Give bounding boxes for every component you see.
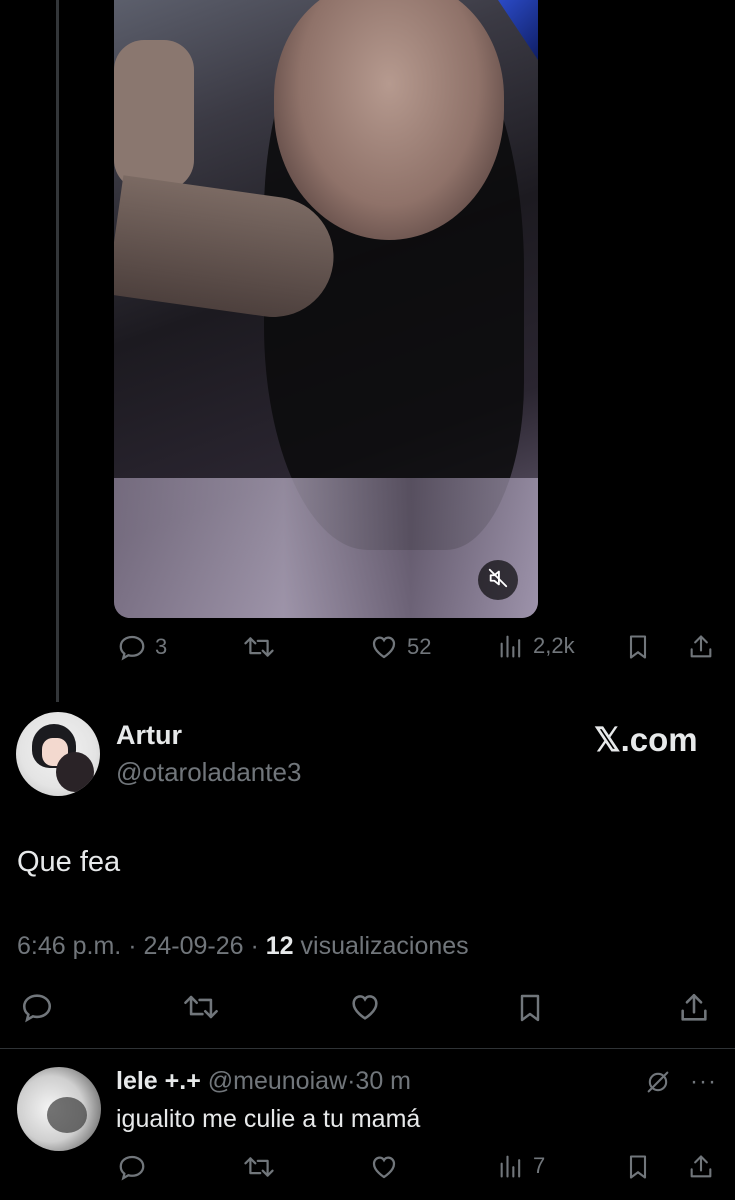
share-button[interactable] xyxy=(687,1152,715,1182)
meta-separator: · xyxy=(128,932,137,960)
media-blanket xyxy=(114,478,538,618)
bookmark-button[interactable] xyxy=(624,1152,652,1182)
like-button[interactable] xyxy=(369,1152,399,1182)
repost-button[interactable] xyxy=(243,1152,275,1182)
reply-icon xyxy=(117,632,147,662)
media-figure-hand xyxy=(114,40,194,190)
share-button[interactable] xyxy=(687,632,715,662)
meta-separator: · xyxy=(250,932,259,960)
video-media[interactable] xyxy=(114,0,538,618)
post-text: Que fea xyxy=(17,846,121,878)
reply-count: 3 xyxy=(155,634,168,659)
more-options-button[interactable]: ··· xyxy=(690,1068,717,1096)
like-icon xyxy=(347,990,383,1024)
bookmark-button[interactable] xyxy=(624,632,652,662)
bookmark-icon xyxy=(624,1152,652,1182)
reply-icon xyxy=(117,1152,147,1182)
post-views-count: 12 xyxy=(265,932,294,960)
avatar-art-second-figure xyxy=(56,752,94,792)
repost-icon xyxy=(243,632,275,662)
share-icon xyxy=(687,1152,715,1182)
share-icon xyxy=(677,990,711,1026)
reply-icon xyxy=(20,990,54,1024)
bookmark-icon xyxy=(624,632,652,662)
share-button[interactable] xyxy=(677,990,711,1026)
views-count: 7 xyxy=(533,1153,546,1178)
mute-icon xyxy=(487,567,509,594)
grok-button[interactable] xyxy=(644,1068,672,1101)
author-avatar[interactable] xyxy=(16,712,100,796)
reply-text: igualito me culie a tu mamá xyxy=(116,1105,421,1133)
post-time[interactable]: 6:46 p.m. xyxy=(17,932,121,960)
reply-button[interactable]: 3 xyxy=(117,632,167,662)
views-icon xyxy=(497,1152,525,1180)
grok-icon xyxy=(644,1071,672,1100)
share-icon xyxy=(687,632,715,662)
like-icon xyxy=(369,632,399,662)
repost-button[interactable] xyxy=(182,990,220,1024)
reply-header: lele +.+ @meunoiaw·30 m xyxy=(116,1067,411,1096)
author-name[interactable]: Artur xyxy=(116,720,182,751)
post-metadata: 6:46 p.m. · 24-09-26 · 12 visualizacione… xyxy=(17,932,469,961)
repost-icon xyxy=(182,990,220,1024)
thread-connector-line xyxy=(56,0,59,702)
reply-button[interactable] xyxy=(117,1152,147,1182)
like-icon xyxy=(369,1152,399,1182)
reply-age[interactable]: 30 m xyxy=(355,1067,411,1095)
post-views-label: visualizaciones xyxy=(300,932,469,960)
x-com-brand: 𝕏.com xyxy=(594,721,698,758)
like-button[interactable]: 52 xyxy=(369,632,431,662)
reply-author-handle[interactable]: @meunoiaw xyxy=(208,1067,347,1095)
author-handle[interactable]: @otaroladante3 xyxy=(116,757,301,788)
reply-author-name[interactable]: lele +.+ xyxy=(116,1067,201,1095)
views-button[interactable]: 7 xyxy=(497,1152,545,1180)
reply-author-avatar[interactable] xyxy=(17,1067,101,1151)
section-divider xyxy=(0,1048,735,1049)
repost-icon xyxy=(243,1152,275,1182)
views-icon xyxy=(497,632,525,660)
reply-button[interactable] xyxy=(20,990,54,1024)
views-button[interactable]: 2,2k xyxy=(497,632,575,660)
avatar-art-shade xyxy=(47,1097,87,1133)
bookmark-button[interactable] xyxy=(514,990,546,1026)
bookmark-icon xyxy=(514,990,546,1026)
mute-button[interactable] xyxy=(478,560,518,600)
views-count: 2,2k xyxy=(533,633,575,658)
repost-button[interactable] xyxy=(243,632,275,662)
like-count: 52 xyxy=(407,634,432,659)
like-button[interactable] xyxy=(347,990,383,1024)
post-date[interactable]: 24-09-26 xyxy=(143,932,243,960)
